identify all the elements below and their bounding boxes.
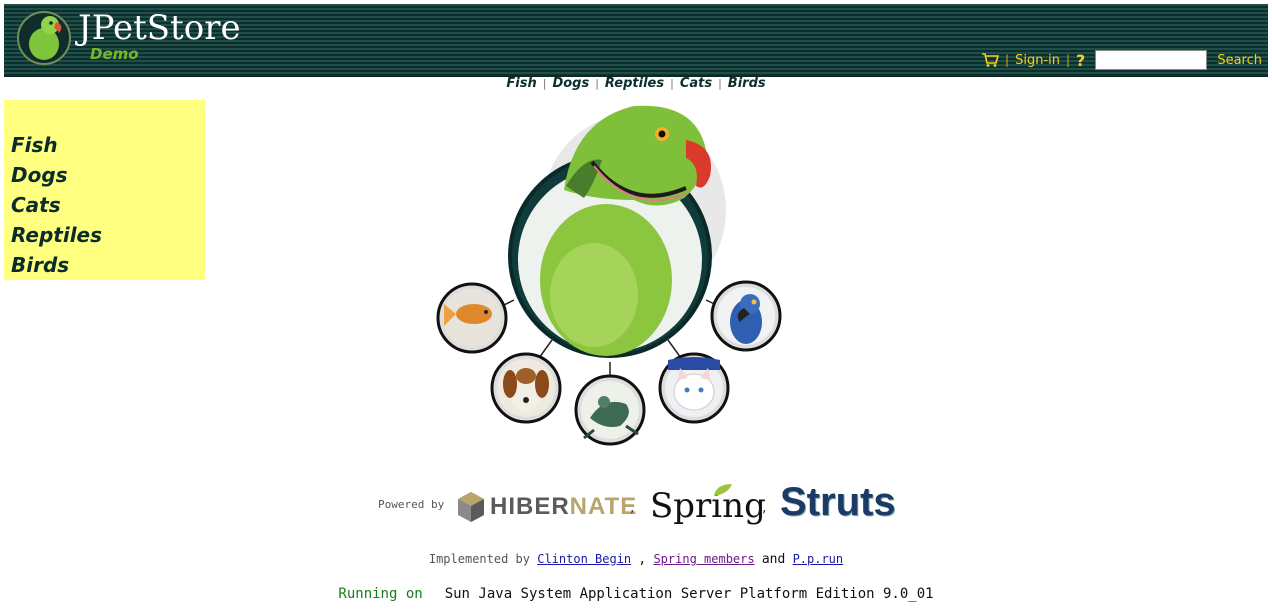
- header-banner: JPetStore Demo | Sign-in | ? Search: [4, 4, 1268, 77]
- sidebar-item-cats[interactable]: Cats: [11, 190, 102, 220]
- sidebar-list: Fish Dogs Cats Reptiles Birds: [11, 130, 102, 280]
- spring-members-link[interactable]: Spring members: [653, 552, 754, 566]
- fish-image-link[interactable]: [436, 282, 508, 354]
- help-icon[interactable]: ?: [1076, 51, 1085, 70]
- nav-separator: |: [542, 77, 547, 90]
- leaf-icon: [714, 484, 732, 496]
- powered-by-bar: Powered by HIBERNATE , Spring , Struts: [378, 480, 898, 530]
- implemented-by-line: Implemented by Clinton Begin , Spring me…: [0, 552, 1272, 567]
- nav-separator: |: [670, 77, 674, 90]
- header-toolbar: | Sign-in | ? Search: [981, 48, 1262, 72]
- clinton-begin-link[interactable]: Clinton Begin: [537, 552, 631, 566]
- impl-separator: ,: [638, 552, 647, 567]
- pprun-link[interactable]: P.p.run: [793, 552, 844, 566]
- app-title: JPetStore: [78, 8, 241, 48]
- logo-separator: ,: [762, 500, 767, 516]
- sidebar-item-reptiles[interactable]: Reptiles: [11, 220, 102, 250]
- toolbar-separator: |: [1066, 53, 1071, 67]
- parrot-hero-image: [508, 105, 712, 358]
- sidebar-item-dogs[interactable]: Dogs: [11, 160, 102, 190]
- hibernate-wordmark: HIBERNATE: [490, 493, 638, 520]
- topnav-reptiles[interactable]: Reptiles: [605, 76, 664, 91]
- cart-icon[interactable]: [981, 52, 1000, 68]
- dog-image-link[interactable]: [490, 352, 562, 424]
- impl-and: and: [761, 552, 786, 567]
- sign-in-link[interactable]: Sign-in: [1015, 53, 1060, 68]
- bird-image-link[interactable]: [710, 280, 782, 352]
- category-sidebar: Fish Dogs Cats Reptiles Birds: [4, 100, 205, 280]
- sidebar-item-birds[interactable]: Birds: [11, 250, 102, 280]
- search-button[interactable]: Search: [1217, 53, 1262, 68]
- parrot-logo-icon[interactable]: [16, 10, 72, 66]
- topnav-cats[interactable]: Cats: [680, 76, 712, 91]
- implemented-by-label: Implemented by: [428, 552, 530, 566]
- search-input[interactable]: [1095, 50, 1208, 70]
- reptile-image-link[interactable]: [574, 374, 646, 446]
- running-on-line: Running on Sun Java System Application Se…: [0, 586, 1272, 602]
- powered-by-label: Powered by: [378, 498, 445, 511]
- nav-separator: |: [595, 77, 599, 90]
- cat-image-link[interactable]: [658, 352, 730, 424]
- topnav-dogs[interactable]: Dogs: [552, 76, 589, 91]
- running-on-label: Running on: [338, 586, 423, 602]
- hibernate-icon: [458, 492, 484, 522]
- app-subtitle: Demo: [90, 45, 139, 63]
- server-name: Sun Java System Application Server Platf…: [444, 586, 934, 602]
- top-category-nav: Fish | Dogs | Reptiles | Cats | Birds: [0, 76, 1272, 91]
- topnav-birds[interactable]: Birds: [728, 76, 766, 91]
- pet-category-image-map: [436, 105, 782, 446]
- hibernate-logo[interactable]: HIBERNATE: [458, 492, 637, 522]
- spring-logo[interactable]: Spring: [650, 484, 766, 526]
- toolbar-separator: |: [1005, 53, 1010, 67]
- sidebar-item-fish[interactable]: Fish: [11, 130, 102, 160]
- topnav-fish[interactable]: Fish: [506, 76, 536, 91]
- struts-logo[interactable]: Struts: [780, 480, 896, 525]
- nav-separator: |: [718, 77, 722, 90]
- logo-separator: ,: [630, 500, 635, 516]
